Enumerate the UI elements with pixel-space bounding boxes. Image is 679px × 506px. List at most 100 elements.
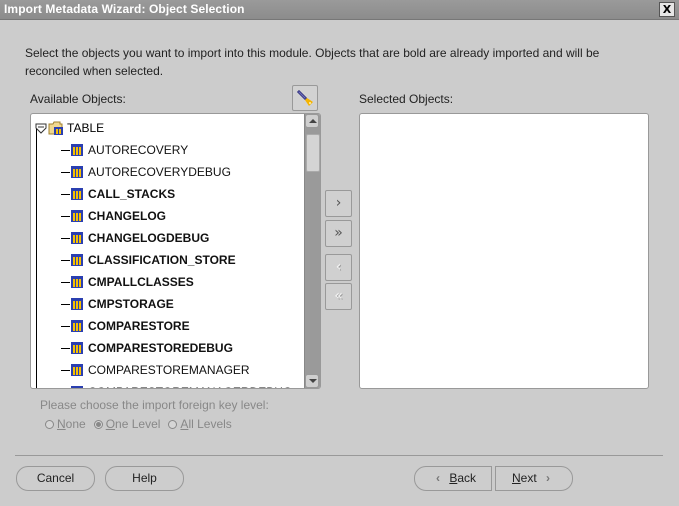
- available-objects-tree[interactable]: TABLE AUTORECOVERY AUTORECOVERYDEBUG CALL_…: [30, 113, 321, 389]
- tree-scrollbar[interactable]: [304, 114, 320, 388]
- tree-item[interactable]: COMPARESTOREMANAGER: [61, 361, 250, 379]
- footer-divider: [15, 455, 663, 456]
- table-icon: [71, 342, 83, 354]
- tree-branch-line: [61, 149, 70, 151]
- radio-none[interactable]: None: [45, 417, 86, 431]
- tree-item-label: COMPARESTOREMANAGERDEBUG: [88, 385, 292, 388]
- tree-branch-line: [61, 171, 70, 173]
- double-chevron-left-icon: «: [334, 288, 343, 304]
- folder-table-icon: [48, 121, 63, 135]
- tree-item-label: COMPARESTORE: [88, 319, 190, 333]
- flashlight-icon: [297, 90, 313, 106]
- tree-node-table[interactable]: TABLE: [35, 119, 104, 137]
- tree-item-label: CMPALLCLASSES: [88, 275, 194, 289]
- tree-branch-line: [61, 347, 70, 349]
- title-bar: Import Metadata Wizard: Object Selection…: [0, 0, 679, 20]
- collapse-icon[interactable]: [35, 121, 47, 135]
- table-icon: [71, 364, 83, 376]
- chevron-right-icon: ›: [546, 471, 551, 485]
- tree-item-label: CALL_STACKS: [88, 187, 176, 201]
- button-label: ext: [520, 471, 537, 485]
- table-icon: [71, 254, 83, 266]
- tree-item[interactable]: COMPARESTOREMANAGERDEBUG: [61, 383, 292, 388]
- table-icon: [71, 386, 83, 388]
- radio-indicator: [168, 419, 178, 429]
- tree-branch-line: [61, 259, 70, 261]
- tree-branch-line: [61, 303, 70, 305]
- tree-item[interactable]: COMPARESTORE: [61, 317, 190, 335]
- tree-item[interactable]: AUTORECOVERY: [61, 141, 188, 159]
- help-button[interactable]: Help: [105, 466, 184, 491]
- radio-label: ll Levels: [188, 417, 232, 431]
- button-label: ack: [457, 471, 477, 485]
- tree-branch-line: [61, 281, 70, 283]
- tree-item-label: AUTORECOVERYDEBUG: [88, 165, 231, 179]
- tree-item-label: CLASSIFICATION_STORE: [88, 253, 236, 267]
- close-icon: X: [662, 3, 672, 16]
- tree-item[interactable]: CMPALLCLASSES: [61, 273, 194, 291]
- tree-item[interactable]: CHANGELOG: [61, 207, 166, 225]
- chevron-left-icon: ‹: [335, 259, 342, 275]
- tree-item[interactable]: CMPSTORAGE: [61, 295, 174, 313]
- tree-branch-line: [61, 369, 70, 371]
- mnemonic: N: [511, 471, 521, 485]
- tree-item[interactable]: CALL_STACKS: [61, 185, 175, 203]
- tree-branch-line: [61, 325, 70, 327]
- selected-objects-list[interactable]: [359, 113, 649, 389]
- scroll-down-button[interactable]: [305, 374, 319, 388]
- tree-item[interactable]: AUTORECOVERYDEBUG: [61, 163, 231, 181]
- chevron-right-icon: ›: [335, 195, 342, 211]
- radio-label: one: [65, 417, 86, 431]
- cancel-button[interactable]: Cancel: [16, 466, 95, 491]
- remove-all-button[interactable]: «: [325, 283, 352, 310]
- tree-content: TABLE AUTORECOVERY AUTORECOVERYDEBUG CALL_…: [31, 114, 303, 388]
- find-button[interactable]: [292, 85, 318, 111]
- scroll-thumb[interactable]: [306, 134, 320, 172]
- radio-indicator-selected: [93, 419, 103, 429]
- close-button[interactable]: X: [659, 2, 675, 17]
- tree-branch-line: [61, 193, 70, 195]
- tree-item-label: CHANGELOGDEBUG: [88, 231, 210, 245]
- foreign-key-radio-group: None One Level All Levels: [45, 417, 240, 431]
- double-chevron-right-icon: »: [334, 225, 343, 241]
- radio-label: ne Level: [115, 417, 161, 431]
- radio-one-level[interactable]: One Level: [93, 417, 161, 431]
- table-icon: [71, 144, 83, 156]
- table-icon: [71, 166, 83, 178]
- tree-item-label: AUTORECOVERY: [88, 143, 189, 157]
- chevron-left-icon: ‹: [435, 471, 440, 485]
- available-objects-label: Available Objects:: [30, 92, 126, 106]
- tree-item-label: CHANGELOG: [88, 209, 166, 223]
- back-button[interactable]: ‹ Back: [414, 466, 492, 491]
- add-all-button[interactable]: »: [325, 220, 352, 247]
- foreign-key-label: Please choose the import foreign key lev…: [40, 398, 269, 412]
- arrow-up-icon: [309, 119, 317, 123]
- add-selected-button[interactable]: ›: [325, 190, 352, 217]
- remove-selected-button[interactable]: ‹: [325, 254, 352, 281]
- tree-branch-line: [61, 215, 70, 217]
- mnemonic: N: [57, 417, 66, 431]
- selected-objects-label: Selected Objects:: [359, 92, 454, 106]
- window-title: Import Metadata Wizard: Object Selection: [4, 2, 245, 16]
- scroll-up-button[interactable]: [305, 114, 319, 128]
- tree-item[interactable]: CHANGELOGDEBUG: [61, 229, 209, 247]
- table-icon: [71, 232, 83, 244]
- tree-node-label: TABLE: [67, 121, 105, 135]
- table-icon: [71, 210, 83, 222]
- tree-item[interactable]: CLASSIFICATION_STORE: [61, 251, 236, 269]
- radio-all-levels[interactable]: All Levels: [168, 417, 232, 431]
- table-icon: [71, 298, 83, 310]
- table-icon: [71, 320, 83, 332]
- table-icon: [71, 188, 83, 200]
- tree-item-label: CMPSTORAGE: [88, 297, 174, 311]
- tree-item[interactable]: COMPARESTOREDEBUG: [61, 339, 233, 357]
- radio-indicator: [45, 419, 54, 429]
- next-button[interactable]: Next ›: [495, 466, 573, 491]
- arrow-down-icon: [309, 379, 317, 383]
- tree-connector-line: [36, 126, 37, 388]
- tree-item-label: COMPARESTOREDEBUG: [88, 341, 233, 355]
- tree-item-label: COMPARESTOREMANAGER: [88, 363, 250, 377]
- instructions-text: Select the objects you want to import in…: [25, 46, 600, 78]
- table-icon: [71, 276, 83, 288]
- mnemonic: O: [105, 417, 116, 431]
